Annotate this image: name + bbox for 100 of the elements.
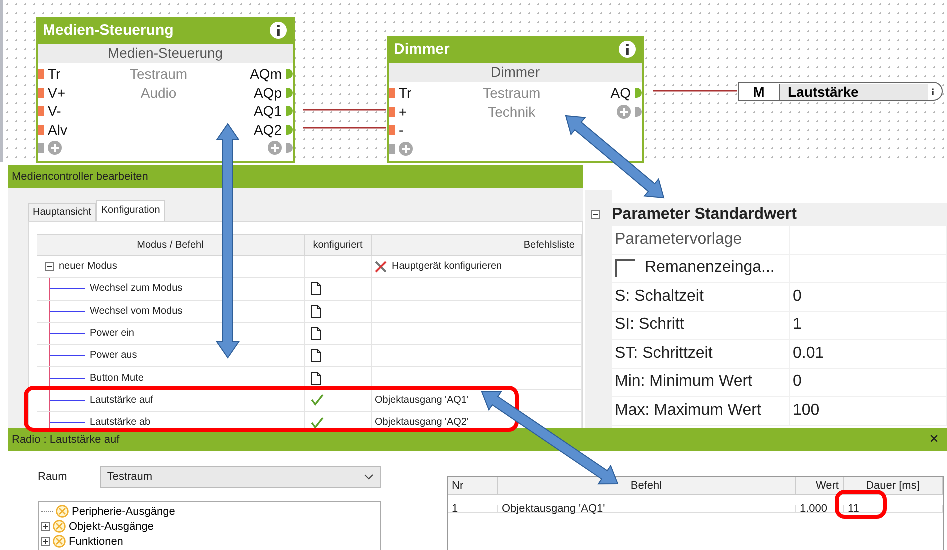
output-icon	[53, 520, 66, 533]
info-icon[interactable]	[619, 41, 636, 58]
output-icon	[56, 505, 69, 518]
output-label: AQ	[610, 85, 631, 102]
input-label: +	[399, 104, 408, 120]
checkbox-label: Remanenzeinga...	[645, 259, 775, 278]
caret-icon	[364, 474, 374, 480]
column-header[interactable]: Befehlsliste	[372, 234, 582, 256]
block-title: Dimmer	[394, 41, 450, 58]
column-header[interactable]: Modus / Befehl	[37, 234, 305, 256]
block-info: Testraum	[130, 66, 188, 82]
column-header[interactable]: Dauer [ms]	[844, 477, 943, 495]
property-value[interactable]: 1	[790, 312, 947, 340]
command-text: Objektausgang 'AQ1'	[375, 394, 469, 406]
tab[interactable]: Konfiguration	[96, 200, 166, 221]
input-pin[interactable]	[38, 69, 44, 80]
output-label: AQp	[254, 84, 282, 101]
collapse-icon[interactable]	[45, 262, 54, 272]
output-tag[interactable]: M Lautstärke	[738, 82, 943, 101]
wire[interactable]	[653, 90, 737, 92]
add-pin-icon[interactable]	[399, 142, 413, 156]
add-pin-icon[interactable]	[268, 141, 282, 156]
block-subtitle: Dimmer	[389, 63, 642, 82]
add-pin-icon[interactable]	[48, 141, 62, 156]
collapse-icon[interactable]	[591, 210, 600, 219]
input-pin[interactable]	[389, 125, 395, 136]
output-pin[interactable]	[286, 143, 293, 154]
block-title: Medien-Steuerung	[43, 22, 174, 39]
checkbox[interactable]	[615, 259, 635, 278]
property-label: SI: Schritt	[612, 312, 790, 340]
tree-item[interactable]: Button Mute	[37, 367, 305, 390]
property-value[interactable]: 100	[790, 397, 947, 426]
close-button[interactable]: ×	[930, 430, 939, 448]
property-value[interactable]: 0.01	[790, 340, 947, 368]
output-label: AQ2	[254, 122, 282, 138]
function-block[interactable]: Dimmer Dimmer Tr + - Testraum Technik AQ	[387, 36, 644, 163]
dialog-title: Mediencontroller bearbeiten	[12, 170, 148, 182]
input-label: V-	[48, 103, 62, 120]
expand-icon[interactable]	[41, 522, 50, 531]
command-text: Objektausgang 'AQ2'	[375, 417, 469, 428]
info-icon[interactable]	[270, 22, 287, 39]
property-label: ST: Schrittzeit	[612, 340, 790, 368]
input-label: -	[399, 122, 404, 138]
input-pin[interactable]	[38, 106, 44, 116]
column-header[interactable]: Nr	[448, 477, 498, 495]
expand-icon[interactable]	[41, 537, 50, 546]
input-pin[interactable]	[38, 88, 44, 98]
property-value[interactable]: 0	[790, 283, 947, 312]
property-label: S: Schaltzeit	[612, 283, 790, 312]
column-header[interactable]: Befehl	[498, 477, 796, 495]
section-title: Parameter Standardwert	[612, 206, 797, 224]
input-label: Tr	[48, 66, 61, 82]
block-info: Testraum	[483, 85, 541, 102]
dialog-title: Radio : Lautstärke auf	[12, 434, 120, 446]
input-pin[interactable]	[38, 143, 44, 154]
highlight-frame	[835, 490, 887, 519]
checkbox-field[interactable]: Remanenzeinga...	[612, 254, 790, 283]
tree-item[interactable]: Objekt-Ausgänge	[69, 520, 154, 532]
input-pin[interactable]	[389, 106, 395, 117]
input-pin[interactable]	[389, 88, 395, 98]
tag-label: Lautstärke	[780, 84, 928, 100]
output-label: AQ1	[254, 103, 282, 120]
wire[interactable]	[303, 109, 386, 111]
field-label: Raum	[38, 471, 68, 483]
block-subtitle: Medien-Steuerung	[38, 44, 293, 63]
input-pin[interactable]	[389, 144, 395, 154]
output-label: AQm	[250, 66, 282, 82]
tools-icon	[375, 260, 387, 273]
input-label: Alv	[48, 122, 68, 138]
block-info: Audio	[140, 84, 177, 101]
add-pin-icon[interactable]	[617, 104, 631, 119]
output-pin[interactable]	[286, 69, 293, 80]
property-label: Min: Minimum Wert	[612, 368, 790, 397]
tree-item[interactable]: Lautstärke auf	[37, 390, 305, 412]
table-cell: 1	[448, 505, 498, 513]
table-cell: Objektausgang 'AQ1'	[498, 505, 796, 513]
input-pin[interactable]	[38, 124, 44, 135]
input-label: Tr	[399, 85, 412, 102]
table-cell: 1.000	[796, 505, 844, 513]
tab[interactable]: Hauptansicht	[28, 203, 96, 221]
column-header[interactable]: Wert	[796, 477, 844, 495]
output-pin[interactable]	[286, 88, 293, 98]
output-pin[interactable]	[635, 106, 642, 117]
block-info: Technik	[488, 104, 536, 120]
function-block[interactable]: Medien-Steuerung Medien-Steuerung Tr V+ V- Alv Testraum Audio AQm AQp AQ1 AQ2	[36, 17, 295, 162]
property-label: Max: Maximum Wert	[612, 397, 790, 426]
output-pin[interactable]	[286, 106, 293, 116]
input-label: V+	[48, 84, 66, 101]
property-value[interactable]: 0	[790, 368, 947, 397]
dropdown-value: Testraum	[107, 471, 153, 483]
room-dropdown[interactable]: Testraum	[100, 466, 381, 488]
property-label: Parametervorlage	[612, 226, 790, 254]
tree-item[interactable]: Peripherie-Ausgänge	[72, 506, 176, 518]
output-pin[interactable]	[635, 88, 642, 98]
tree-item[interactable]: Funktionen	[69, 536, 124, 548]
output-icon	[53, 535, 66, 548]
column-header[interactable]: konfiguriert	[305, 234, 372, 256]
wire[interactable]	[303, 127, 386, 129]
output-pin[interactable]	[286, 124, 293, 135]
table-cell[interactable]: 11	[844, 505, 943, 513]
